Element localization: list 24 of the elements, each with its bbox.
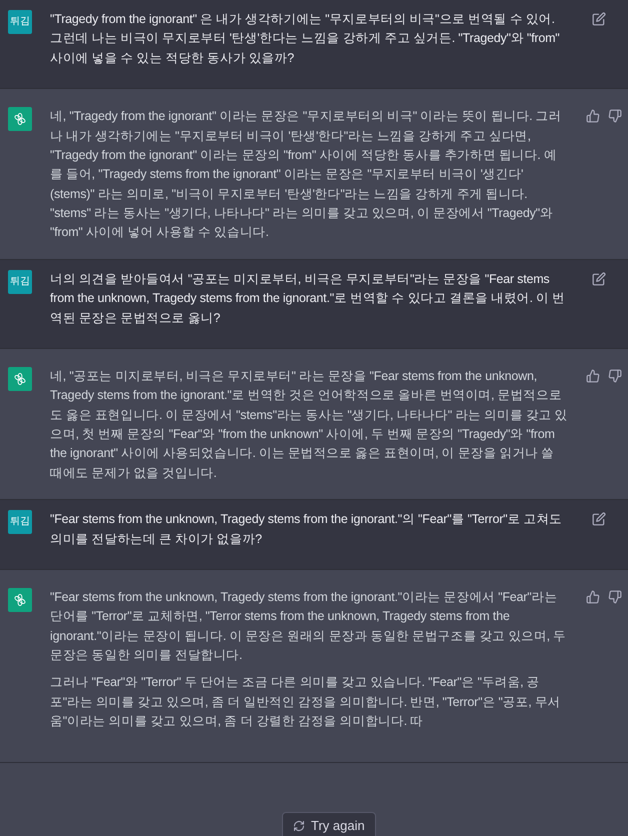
user-avatar: 튀김: [8, 10, 32, 34]
message-text: 네, "공포는 미지로부터, 비극은 무지로부터" 라는 문장을 "Fear stems from the unknown, Tragedy stems from the ignorant."로 번역한 것은 언어학적으로 올바른 번역이며, 문법적으로도 옳은 표현입니다. 이 문장에서 "stems"라는 동사는 "생기다, 나타나다" 라는 의미를 갖고 있으며, 첫 번째 문장의 "Fear"와 "from the unknown" 사이에, 두 번째 문장의 "Tragedy"와 "from the ignorant" 사이에 사용되었습니다. 이는 문법적으로 옳은 표현이며, 이 문장을 읽거나 쓸 때에도 문제가 없을 것입니다.: [50, 368, 568, 482]
thumbs-up-icon[interactable]: [586, 109, 600, 124]
thumbs-up-icon[interactable]: [586, 590, 600, 604]
message-text: 그러나 "Fear"와 "Terror" 두 단어는 조금 다른 의미를 갖고 있습니다. "Fear"은 "두려움, 공포"라는 의미를 갖고 있으며, 좀 더 일반적인 감정을 의미합니다. 반면, "Terror"은 "공포, 무서움"이라는 의미를 갖고 있으며, 좀 더 강렬한 감정을 의미합니다. 따: [50, 674, 562, 730]
message-text: 너의 의견을 받아들여서 "공포는 미지로부터, 비극은 무지로부터"라는 문장을 "Fear stems from the unknown, Tragedy stems from the ignorant."로 번역할 수 있다고 결론을 내렸어. 이 번역된 문장은 문법적으로 옳니?: [50, 270, 566, 326]
message-text: "Tragedy from the ignorant" 은 내가 생각하기에는 "무지로부터의 비극"으로 번역될 수 있어. 그런데 나는 비극이 무지로부터 '탄생'한다는 느낌을 강하게 주고 싶거든. "Tragedy"와 "from" 사이에 넣을 수 있는 적당한 동사가 있을까?: [50, 11, 561, 67]
knot-icon: [13, 372, 27, 386]
knot-icon: [13, 112, 27, 126]
thumbs-down-icon[interactable]: [608, 109, 622, 124]
edit-icon[interactable]: [592, 272, 606, 286]
refresh-icon: [293, 820, 305, 832]
message-text: "Fear stems from the unknown, Tragedy stems from the ignorant."의 "Fear"를 "Terror"로 고쳐도 의미를 전달하는데 큰 차이가 없을까?: [50, 511, 563, 548]
edit-icon[interactable]: [592, 12, 606, 26]
try-again-button[interactable]: Try again: [282, 812, 376, 836]
user-avatar: 튀김: [8, 510, 32, 534]
message-text: "Fear stems from the unknown, Tragedy stems from the ignorant."이라는 문장에서 "Fear"라는 단어를 "Terror"로 교체하면, "Terror stems from the unknown, Tragedy stems from the ignorant."이라는 문장이 됩니다. 이 문장은 원래의 문장과 동일한 문법구조를 갖고 있으며, 두 문장은 동일한 의미를 전달합니다.: [50, 588, 568, 664]
edit-icon[interactable]: [592, 512, 606, 526]
thumbs-up-icon[interactable]: [586, 368, 600, 383]
thumbs-down-icon[interactable]: [608, 368, 622, 383]
thumbs-down-icon[interactable]: [608, 590, 622, 604]
message-text: 네, "Tragedy from the ignorant" 이라는 문장은 "무지로부터의 비극" 이라는 뜻이 됩니다. 그러나 내가 생각하기에는 "무지로부터 비극이 '탄생'한다"라는 느낌을 강하게 주고 싶다면, "Tragedy from the ignorant" 이라는 문장의 "from" 사이에 적당한 동사를 추가하면 됩니다. 예를 들어, "Tragedy stems from the ignorant" 이라는 문장은 "무지로부터 비극이 '생긴다' (stems)" 라는 의미로, "비극이 무지로부터 '탄생'한다"라는 느낌을 강하게 주게 됩니다. "stems" 라는 동사는 "생기다, 나타나다" 라는 의미를 갖고 있으며, 이 문장에서 "Tragedy"와 "from" 사이에 넣어 사용할 수 있습니다.: [50, 108, 562, 242]
user-avatar: 튀김: [8, 270, 32, 294]
knot-icon: [13, 592, 27, 607]
